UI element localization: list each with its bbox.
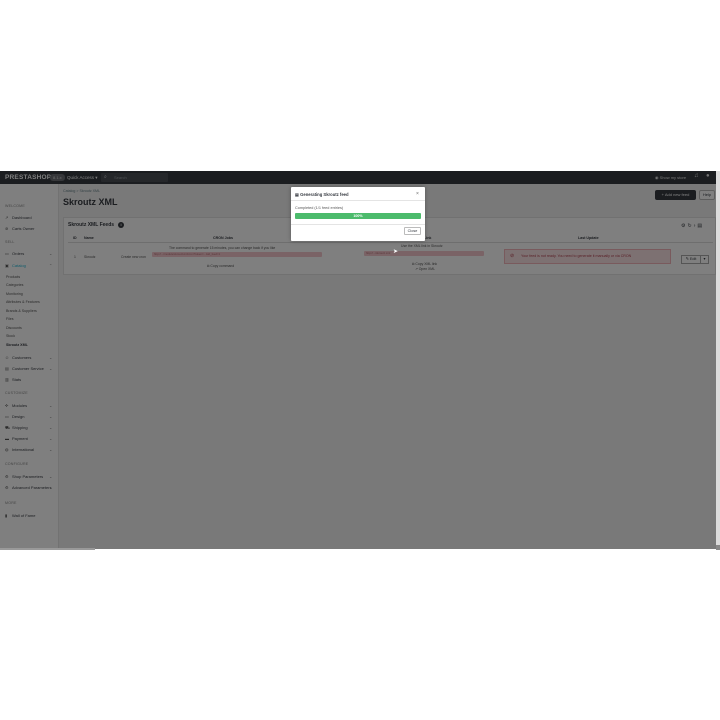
modal-header-divider: [291, 200, 425, 201]
scrollbar-thumb[interactable]: [716, 545, 720, 550]
modal-status-text: Completed (1/1 feed entries): [295, 206, 344, 210]
mouse-cursor-icon: ➤: [393, 249, 399, 255]
app-window: PRESTASHOP 8.1.x Quick Access ▾ ⌕ Search…: [0, 171, 718, 549]
close-icon[interactable]: ×: [416, 191, 419, 197]
document-icon: ▤: [295, 192, 299, 197]
close-button[interactable]: Close: [404, 227, 421, 235]
progress-bar: 100%: [295, 213, 421, 219]
generating-feed-modal: ▤ Generating Skroutz feed × Completed (1…: [291, 187, 425, 241]
horizontal-scrollbar[interactable]: [0, 548, 95, 550]
progress-fill: 100%: [295, 213, 421, 219]
modal-footer-divider: [291, 224, 425, 225]
vertical-scrollbar[interactable]: [716, 171, 720, 549]
modal-title-text: Generating Skroutz feed: [300, 192, 349, 197]
modal-title: ▤ Generating Skroutz feed: [295, 192, 349, 197]
